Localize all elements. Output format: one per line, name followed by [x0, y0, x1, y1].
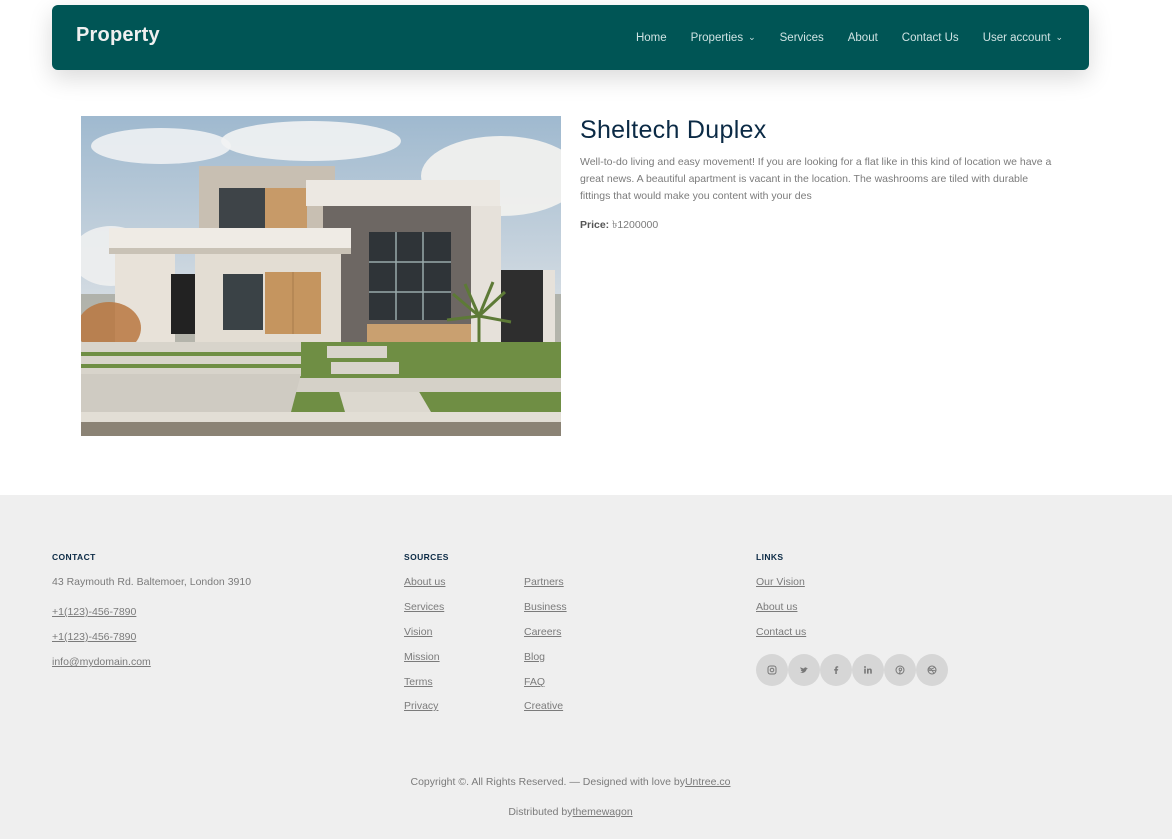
- twitter-icon[interactable]: [788, 654, 820, 686]
- footer-link-privacy[interactable]: Privacy: [404, 700, 438, 712]
- nav-item-contact[interactable]: Contact Us: [902, 32, 959, 44]
- chevron-down-icon: ⌄: [1055, 32, 1063, 42]
- nav-item-label: Properties: [690, 31, 744, 44]
- nav-item-label: Contact Us: [901, 31, 959, 44]
- footer-link-services[interactable]: Services: [404, 601, 444, 613]
- nav-item-properties[interactable]: Properties ⌄: [691, 32, 756, 44]
- nav-item-label: Services: [779, 31, 824, 44]
- footer-link-faq[interactable]: FAQ: [524, 676, 545, 688]
- property-title: Sheltech Duplex: [580, 116, 767, 144]
- distributed-label: Distributed by: [508, 806, 573, 818]
- footer-link-careers[interactable]: Careers: [524, 626, 561, 638]
- footer-link-business[interactable]: Business: [524, 601, 567, 613]
- property-price: Price: ৳1200000: [580, 218, 658, 235]
- nav-menu: Home Properties ⌄ Services About Contact …: [612, 5, 1063, 70]
- nav-item-home[interactable]: Home: [636, 32, 667, 44]
- copyright-label: Copyright ©. All Rights Reserved. — Desi…: [410, 776, 685, 788]
- nav-item-label: User account: [982, 31, 1051, 44]
- nav-item-label: About: [847, 31, 878, 44]
- footer-link-mission[interactable]: Mission: [404, 651, 440, 663]
- footer-link-about-us[interactable]: About us: [756, 601, 797, 613]
- linkedin-icon[interactable]: [852, 654, 884, 686]
- footer-link-creative[interactable]: Creative: [524, 700, 563, 712]
- footer-link-about-us[interactable]: About us: [404, 576, 445, 588]
- footer-link-terms[interactable]: Terms: [404, 676, 433, 688]
- footer-link-contact-us[interactable]: Contact us: [756, 626, 806, 638]
- footer-links-heading: LINKS: [756, 552, 784, 562]
- contact-address: 43 Raymouth Rd. Baltemoer, London 3910: [52, 576, 252, 588]
- price-label: Price:: [580, 219, 610, 231]
- price-value: ৳1200000: [612, 219, 659, 231]
- nav-item-about[interactable]: About: [848, 32, 878, 44]
- themewagon-link[interactable]: themewagon: [573, 806, 633, 818]
- footer: CONTACT 43 Raymouth Rd. Baltemoer, Londo…: [0, 495, 1172, 839]
- distributed-text: Distributed bythemewagon: [0, 806, 1141, 818]
- contact-phone-link[interactable]: +1(123)-456-7890: [52, 631, 136, 643]
- facebook-icon[interactable]: [820, 654, 852, 686]
- footer-link-vision[interactable]: Vision: [404, 626, 432, 638]
- footer-link-partners[interactable]: Partners: [524, 576, 564, 588]
- social-links: [756, 654, 948, 686]
- chevron-down-icon: ⌄: [748, 32, 756, 42]
- dribbble-icon[interactable]: [916, 654, 948, 686]
- nav-item-user-account[interactable]: User account ⌄: [983, 32, 1063, 44]
- untree-link[interactable]: Untree.co: [685, 776, 731, 788]
- footer-link-blog[interactable]: Blog: [524, 651, 545, 663]
- instagram-icon[interactable]: [756, 654, 788, 686]
- property-description: Well-to-do living and easy movement! If …: [580, 156, 1052, 202]
- pinterest-icon[interactable]: [884, 654, 916, 686]
- footer-sources-heading: SOURCES: [404, 552, 449, 562]
- brand-logo[interactable]: Property: [76, 24, 160, 47]
- property-photo: [81, 116, 561, 436]
- footer-contact-heading: CONTACT: [52, 552, 96, 562]
- copyright-text: Copyright ©. All Rights Reserved. — Desi…: [0, 776, 1141, 788]
- contact-phone-link[interactable]: +1(123)-456-7890: [52, 606, 136, 618]
- navbar: Property Home Properties ⌄ Services About…: [52, 5, 1089, 70]
- nav-item-services[interactable]: Services: [780, 32, 824, 44]
- contact-email-link[interactable]: info@mydomain.com: [52, 656, 151, 668]
- footer-link-our-vision[interactable]: Our Vision: [756, 576, 805, 588]
- nav-item-label: Home: [635, 31, 667, 44]
